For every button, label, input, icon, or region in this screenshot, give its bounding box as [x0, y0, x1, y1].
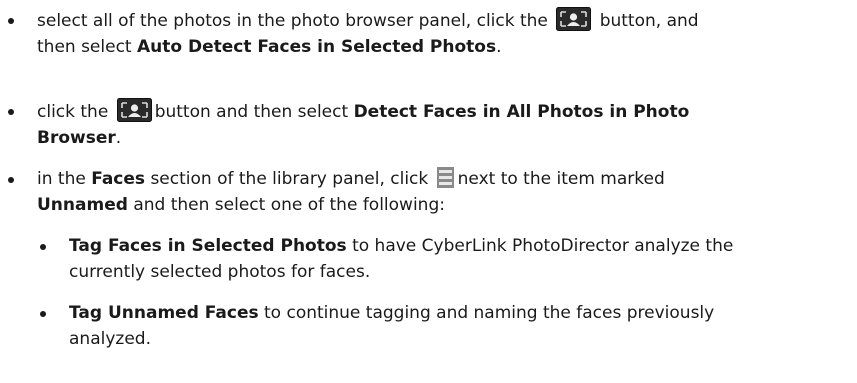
text-run: button, and: [599, 11, 699, 31]
bullet: [8, 109, 14, 115]
text-run: currently selected photos for faces.: [69, 262, 371, 282]
bullet: [8, 18, 14, 24]
text-run: next to the item marked: [457, 169, 665, 189]
menu-icon: [436, 167, 454, 188]
text-run: then select: [37, 37, 132, 57]
menu-option-name: Tag Unnamed Faces: [69, 303, 259, 323]
list-item-text: select all of the photos in the photo br…: [37, 7, 699, 60]
text-run: to have CyberLink PhotoDirector analyze …: [352, 236, 734, 256]
face-detect-icon: [116, 98, 152, 122]
text-run: and then select one of the following:: [133, 195, 445, 215]
text-run: .: [115, 128, 122, 148]
list-item-text: click the button and then select Detect …: [37, 98, 689, 151]
text-run: in the: [37, 169, 86, 189]
section-name: Faces: [91, 169, 146, 189]
face-detect-icon: [556, 7, 592, 31]
text-run: to continue tagging and naming the faces…: [264, 303, 715, 323]
text-run: select all of the photos in the photo br…: [37, 11, 548, 31]
menu-option-name: Detect Faces in All Photos in Photo: [353, 102, 690, 122]
text-run: section of the library panel, click: [150, 169, 429, 189]
text-run: button and then select: [154, 102, 349, 122]
bullet: [8, 177, 14, 183]
menu-option-name: Tag Faces in Selected Photos: [69, 236, 347, 256]
list-item-text: Tag Unnamed Faces to continue tagging an…: [69, 300, 714, 352]
text-run: .: [496, 37, 502, 57]
text-run: analyzed.: [69, 329, 151, 349]
bullet: [40, 311, 46, 317]
list-item-text: in the Faces section of the library pane…: [37, 166, 665, 218]
text-run: click the: [37, 102, 109, 122]
list-item-text: Tag Faces in Selected Photos to have Cyb…: [69, 233, 733, 285]
menu-option-name: Auto Detect Faces in Selected Photos: [137, 37, 497, 57]
bullet: [40, 244, 46, 250]
item-name: Unnamed: [37, 195, 128, 215]
menu-option-name: Browser: [37, 128, 116, 148]
